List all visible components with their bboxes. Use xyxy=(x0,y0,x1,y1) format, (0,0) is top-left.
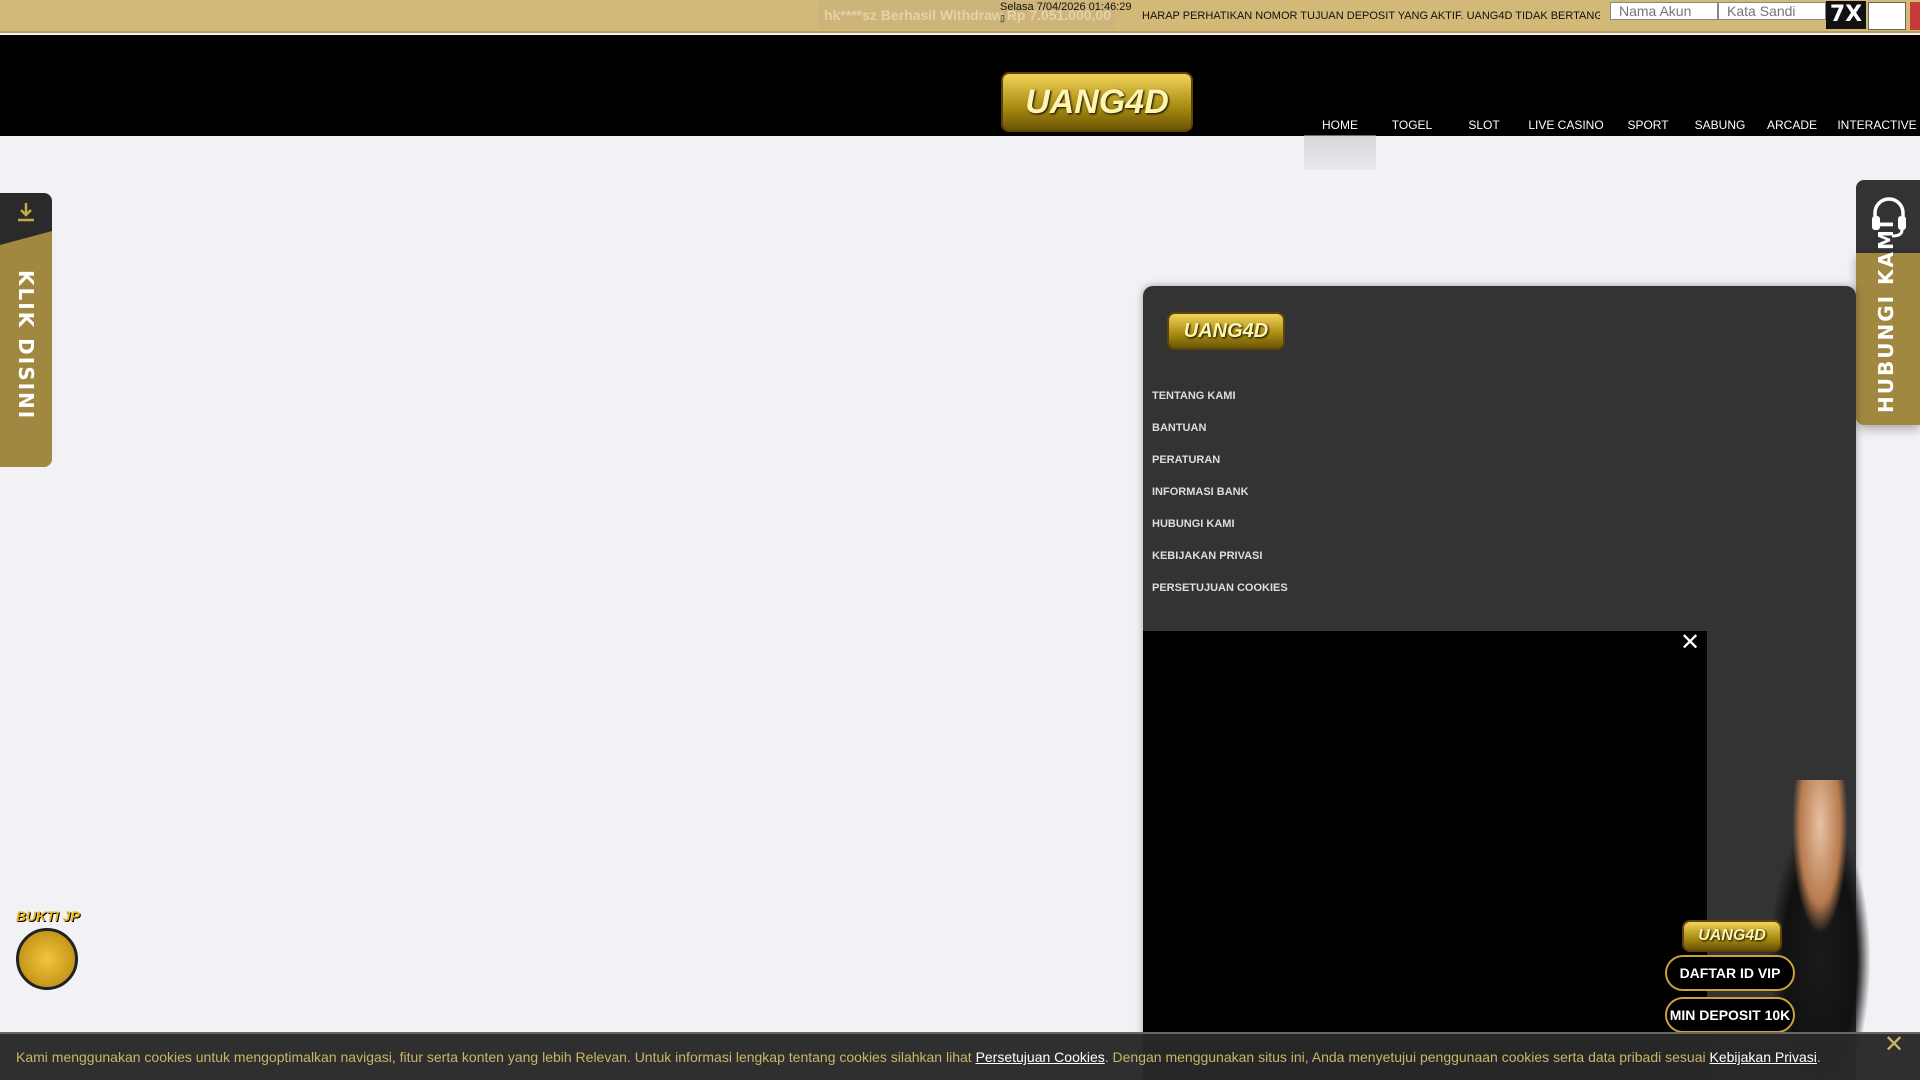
nav-sabung[interactable]: SABUNG xyxy=(1695,118,1746,132)
min-deposit-button[interactable]: MIN DEPOSIT 10K xyxy=(1665,997,1795,1033)
hubungi-kami-tab[interactable]: HUBUNGI KAMI xyxy=(1856,219,1920,425)
cookie-text: . Dengan menggunakan situs ini, Anda men… xyxy=(1104,1049,1710,1065)
username-input[interactable] xyxy=(1610,2,1718,20)
footer-link-peraturan[interactable]: PERATURAN xyxy=(1152,454,1220,466)
cookie-close-icon[interactable]: ✕ xyxy=(1884,1030,1904,1059)
close-icon[interactable]: ✕ xyxy=(1680,628,1700,657)
nav-home[interactable]: HOME xyxy=(1322,118,1358,132)
announcement-marquee: HARAP PERHATIKAN NOMOR TUJUAN DEPOSIT YA… xyxy=(1142,10,1600,22)
top-bar: hk****sz Berhasil Withdraw Rp 7.051.000,… xyxy=(0,0,1920,33)
date-icon: ▯ xyxy=(1000,13,1005,23)
download-icon xyxy=(18,203,34,222)
klik-disini-label: KLIK DISINI xyxy=(14,270,38,421)
nav-sport[interactable]: SPORT xyxy=(1627,118,1668,132)
bukti-jp-label: BUKTI JP xyxy=(16,908,80,924)
video-popup[interactable] xyxy=(1143,631,1707,1080)
captcha-input[interactable] xyxy=(1868,2,1906,30)
banner-logo: UANG4D xyxy=(1682,920,1782,952)
home-active-bg xyxy=(1304,35,1376,170)
hubungi-kami-label: HUBUNGI KAMI xyxy=(1874,218,1898,413)
bukti-jp-icon xyxy=(16,928,78,990)
footer-link-kebijakan-privasi[interactable]: KEBIJAKAN PRIVASI xyxy=(1152,550,1262,562)
daftar-vip-button[interactable]: DAFTAR ID VIP xyxy=(1665,955,1795,991)
nav-live-casino[interactable]: LIVE CASINO xyxy=(1528,118,1603,132)
nav-togel[interactable]: TOGEL xyxy=(1392,118,1432,132)
cookie-text: . xyxy=(1816,1049,1821,1065)
cookie-bar: Kami menggunakan cookies untuk mengoptim… xyxy=(0,1032,1920,1080)
datetime: Selasa 7/04/2026 01:46:29 xyxy=(1000,1,1132,13)
password-input[interactable] xyxy=(1718,2,1826,20)
nav-arcade[interactable]: ARCADE xyxy=(1767,118,1817,132)
nav-interactive[interactable]: INTERACTIVE xyxy=(1837,118,1916,132)
bukti-jp-widget[interactable]: BUKTI JP xyxy=(16,908,86,990)
footer-link-persetujuan-cookies[interactable]: PERSETUJUAN COOKIES xyxy=(1152,582,1288,594)
klik-disini-tab[interactable]: KLIK DISINI xyxy=(0,245,52,467)
nav-slot[interactable]: SLOT xyxy=(1468,118,1499,132)
download-tab[interactable] xyxy=(0,193,52,245)
captcha-image: 7X xyxy=(1826,1,1866,29)
cookie-text: Kami menggunakan cookies untuk mengoptim… xyxy=(16,1049,976,1065)
footer-logo: UANG4D xyxy=(1167,312,1285,350)
cookie-policy-link[interactable]: Persetujuan Cookies xyxy=(976,1049,1105,1065)
footer-link-hubungi-kami[interactable]: HUBUNGI KAMI xyxy=(1152,518,1235,530)
footer-link-tentang-kami[interactable]: TENTANG KAMI xyxy=(1152,390,1236,402)
footer-link-informasi-bank[interactable]: INFORMASI BANK xyxy=(1152,486,1249,498)
login-button[interactable] xyxy=(1910,2,1920,30)
site-logo[interactable]: UANG4D xyxy=(1001,72,1193,132)
privacy-policy-link[interactable]: Kebijakan Privasi xyxy=(1710,1049,1817,1065)
footer-link-bantuan[interactable]: BANTUAN xyxy=(1152,422,1206,434)
